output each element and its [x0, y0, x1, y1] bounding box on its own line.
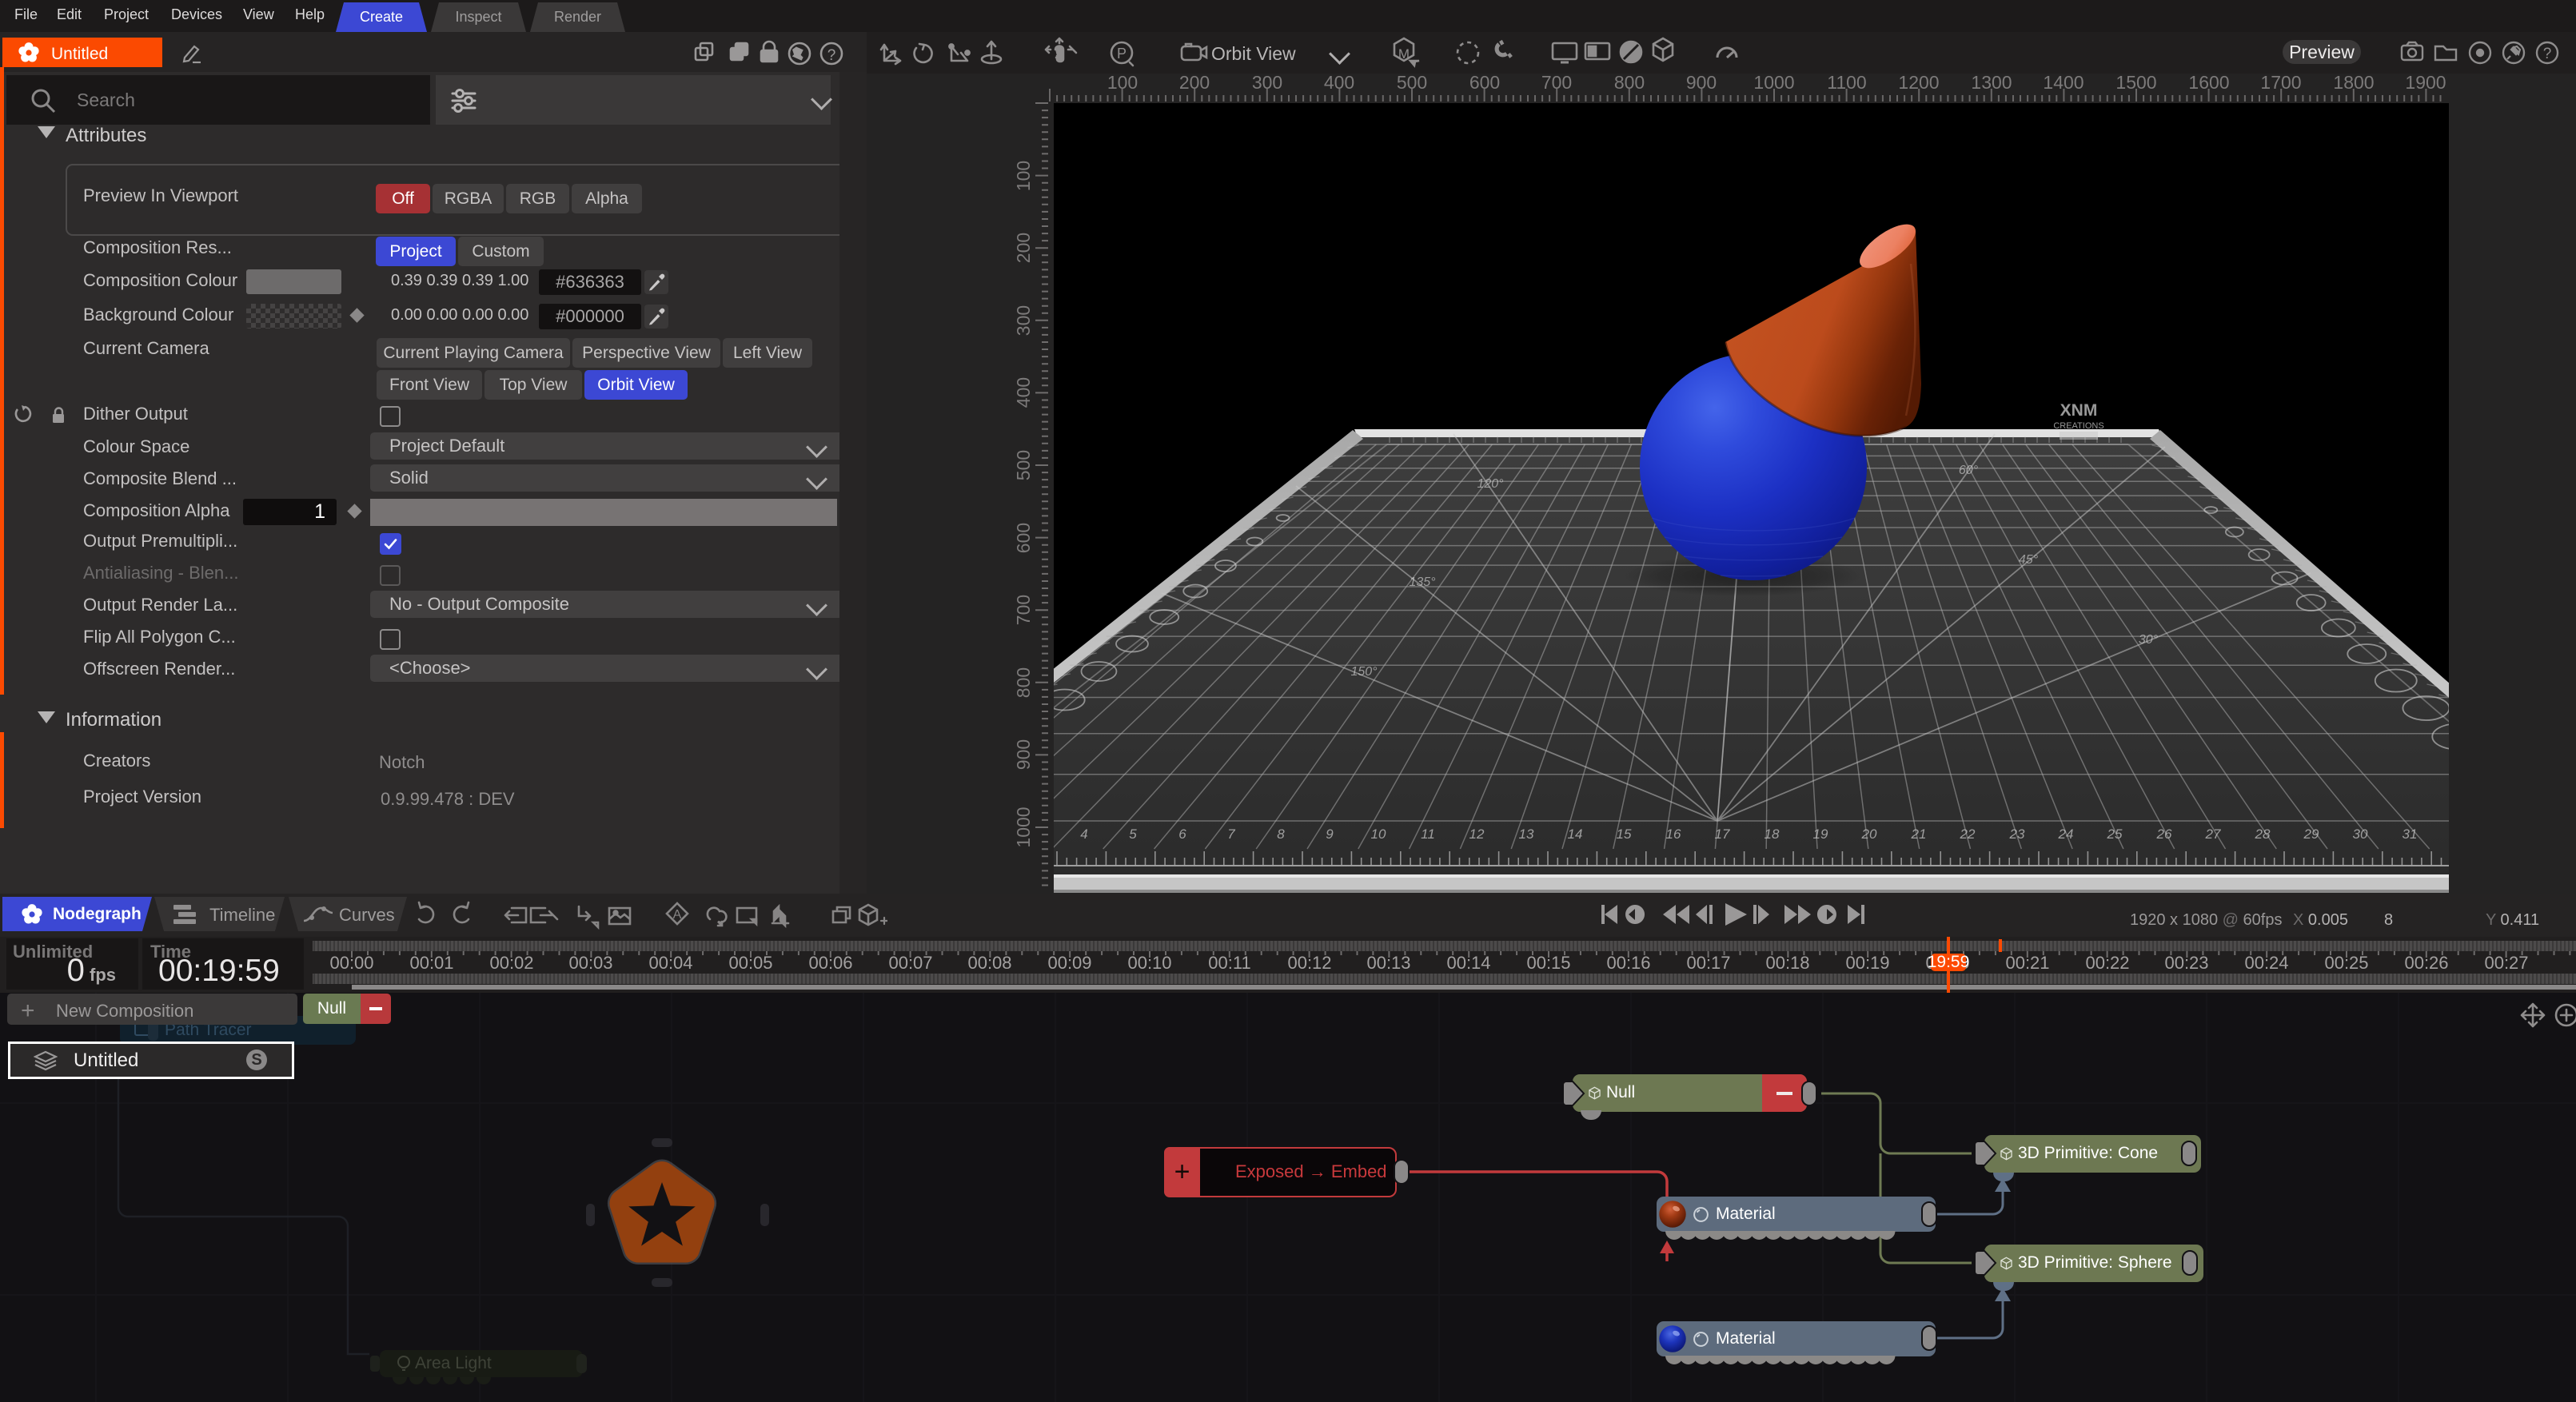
svg-text:1700: 1700: [2260, 72, 2301, 93]
svg-text:200: 200: [1179, 72, 1210, 93]
svg-text:60°: 60°: [1959, 464, 1979, 477]
svg-text:800: 800: [1614, 72, 1645, 93]
svg-text:900: 900: [1686, 72, 1717, 93]
svg-text:29: 29: [2303, 826, 2319, 842]
svg-text:1900: 1900: [2405, 72, 2446, 93]
svg-text:1500: 1500: [2115, 72, 2156, 93]
svg-text:4: 4: [1080, 826, 1087, 842]
svg-text:17: 17: [1715, 826, 1730, 842]
svg-text:7: 7: [1227, 826, 1235, 842]
svg-text:21: 21: [1911, 826, 1927, 842]
svg-text:200: 200: [1013, 233, 1034, 263]
svg-text:1600: 1600: [2188, 72, 2229, 93]
svg-text:XNM: XNM: [2060, 401, 2098, 420]
svg-text:28: 28: [2255, 826, 2271, 842]
svg-text:300: 300: [1252, 72, 1282, 93]
svg-text:25: 25: [2107, 826, 2123, 842]
svg-text:20: 20: [1861, 826, 1877, 842]
svg-text:30°: 30°: [2139, 633, 2159, 647]
svg-text:1400: 1400: [2043, 72, 2084, 93]
svg-text:8: 8: [1277, 826, 1285, 842]
svg-text:900: 900: [1013, 739, 1034, 770]
svg-text:100: 100: [1013, 161, 1034, 191]
svg-text:1000: 1000: [1753, 72, 1794, 93]
svg-text:1200: 1200: [1898, 72, 1939, 93]
svg-text:16: 16: [1666, 826, 1681, 842]
svg-text:22: 22: [1960, 826, 1976, 842]
svg-text:135°: 135°: [1409, 576, 1436, 589]
svg-text:15: 15: [1617, 826, 1632, 842]
svg-text:14: 14: [1568, 826, 1583, 842]
svg-text:1300: 1300: [1971, 72, 2012, 93]
svg-text:500: 500: [1013, 450, 1034, 480]
svg-text:31: 31: [2403, 826, 2418, 842]
svg-text:18: 18: [1765, 826, 1780, 842]
svg-text:1000: 1000: [1013, 807, 1034, 847]
svg-text:150°: 150°: [1350, 665, 1378, 679]
svg-text:26: 26: [2156, 826, 2172, 842]
svg-text:11: 11: [1421, 826, 1435, 842]
svg-text:10: 10: [1371, 826, 1386, 842]
svg-text:19:59: 19:59: [1928, 953, 1970, 971]
svg-text:13: 13: [1519, 826, 1534, 842]
svg-text:45°: 45°: [2019, 553, 2039, 567]
svg-text:12: 12: [1469, 826, 1485, 842]
svg-text:30: 30: [2353, 826, 2368, 842]
svg-text:24: 24: [2058, 826, 2074, 842]
svg-text:100: 100: [1107, 72, 1138, 93]
svg-text:1800: 1800: [2333, 72, 2374, 93]
svg-text:CREATIONS: CREATIONS: [2053, 421, 2103, 431]
svg-text:700: 700: [1541, 72, 1572, 93]
svg-text:1100: 1100: [1827, 72, 1866, 93]
svg-text:9: 9: [1326, 826, 1334, 842]
svg-text:600: 600: [1013, 523, 1034, 553]
svg-text:700: 700: [1013, 595, 1034, 625]
svg-text:400: 400: [1324, 72, 1354, 93]
svg-text:400: 400: [1013, 377, 1034, 408]
svg-text:27: 27: [2205, 826, 2221, 842]
svg-text:19: 19: [1813, 826, 1828, 842]
svg-text:300: 300: [1013, 305, 1034, 336]
svg-text:6: 6: [1178, 826, 1186, 842]
svg-text:23: 23: [2009, 826, 2025, 842]
svg-text:120°: 120°: [1477, 477, 1504, 491]
svg-text:500: 500: [1397, 72, 1427, 93]
svg-text:800: 800: [1013, 667, 1034, 698]
svg-text:5: 5: [1129, 826, 1137, 842]
svg-text:A: A: [673, 908, 682, 922]
svg-text:600: 600: [1469, 72, 1500, 93]
